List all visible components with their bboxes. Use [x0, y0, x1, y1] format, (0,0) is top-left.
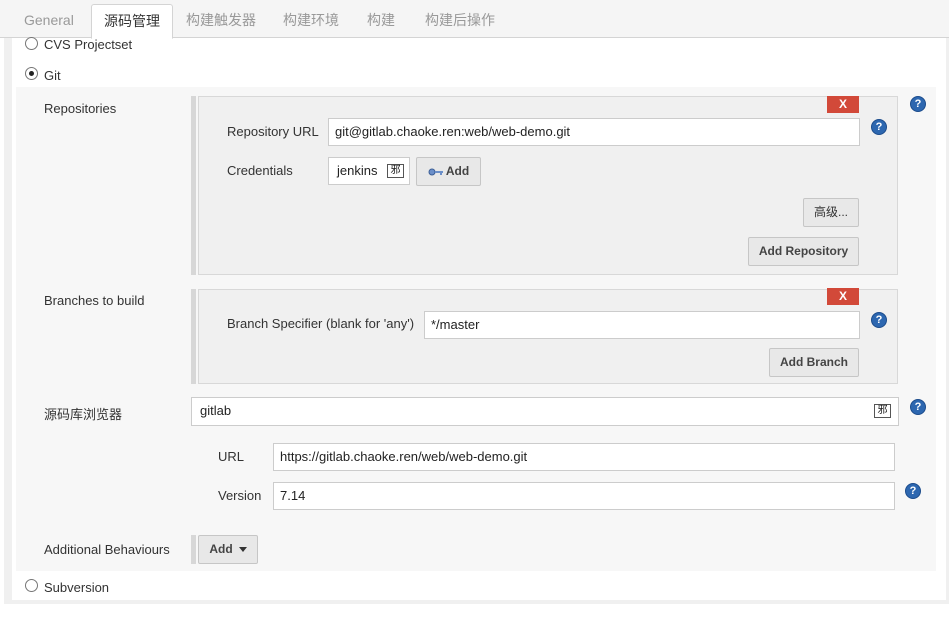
repositories-bar [191, 96, 196, 275]
browser-url-label: URL [218, 449, 245, 464]
git-label: Git [44, 68, 61, 83]
dropdown-icon: 邪 [387, 164, 404, 178]
tab-build-environment[interactable]: 构建环境 [271, 0, 351, 38]
tab-bar: General 源码管理 构建触发器 构建环境 构建 构建后操作 [0, 0, 949, 39]
subversion-radio[interactable] [25, 579, 38, 592]
version-input[interactable]: 7.14 [273, 482, 895, 510]
credentials-select[interactable]: jenkins 邪 [328, 157, 410, 185]
credentials-value: jenkins [337, 163, 378, 178]
browser-url-input[interactable]: https://gitlab.chaoke.ren/web/web-demo.g… [273, 443, 895, 471]
branches-label: Branches to build [44, 293, 145, 308]
add-repository-button[interactable]: Add Repository [748, 237, 859, 266]
version-label: Version [218, 488, 262, 503]
version-help-icon[interactable]: ? [905, 483, 921, 499]
branches-bar [191, 289, 196, 384]
additional-add-label: Add [209, 542, 233, 556]
subversion-label: Subversion [44, 580, 110, 595]
delete-repository-button[interactable]: X [827, 96, 859, 113]
credentials-label: Credentials [227, 163, 293, 178]
cvs-projectset-radio[interactable] [25, 37, 38, 50]
caret-down-icon [238, 547, 247, 553]
repository-browser-label: 源码库浏览器 [44, 407, 123, 422]
credentials-add-button[interactable]: Add [416, 157, 481, 186]
frame-bottom [4, 600, 949, 604]
branch-specifier-input[interactable]: */master [424, 311, 860, 339]
repository-url-help-icon[interactable]: ? [871, 119, 887, 135]
cvs-projectset-label: CVS Projectset [44, 37, 133, 52]
branch-specifier-help-icon[interactable]: ? [871, 312, 887, 328]
frame-left [4, 38, 12, 604]
additional-behaviours-label: Additional Behaviours [44, 542, 170, 557]
additional-behaviours-add-button[interactable]: Add [198, 535, 258, 564]
repository-url-input[interactable]: git@gitlab.chaoke.ren:web/web-demo.git [328, 118, 860, 146]
git-radio[interactable] [25, 67, 38, 80]
repository-browser-value: gitlab [200, 403, 232, 418]
repository-browser-select[interactable]: gitlab 邪 [191, 397, 899, 426]
tab-build-triggers[interactable]: 构建触发器 [174, 0, 268, 38]
tab-source-control[interactable]: 源码管理 [91, 4, 173, 39]
repositories-help-icon[interactable]: ? [910, 96, 926, 112]
tab-post-build[interactable]: 构建后操作 [413, 0, 507, 38]
tab-general[interactable]: General [12, 0, 86, 38]
repository-url-label: Repository URL [227, 124, 319, 139]
credentials-add-label: Add [445, 164, 470, 178]
additional-behaviours-bar [191, 535, 196, 564]
tab-build[interactable]: 构建 [355, 0, 407, 38]
add-branch-button[interactable]: Add Branch [769, 348, 859, 377]
repository-browser-help-icon[interactable]: ? [910, 399, 926, 415]
advanced-button[interactable]: 高级... [803, 198, 859, 227]
repositories-label: Repositories [44, 101, 117, 116]
dropdown-icon: 邪 [874, 404, 891, 418]
key-icon [428, 168, 443, 176]
delete-branch-button[interactable]: X [827, 288, 859, 305]
branch-specifier-label: Branch Specifier (blank for 'any') [227, 316, 415, 331]
